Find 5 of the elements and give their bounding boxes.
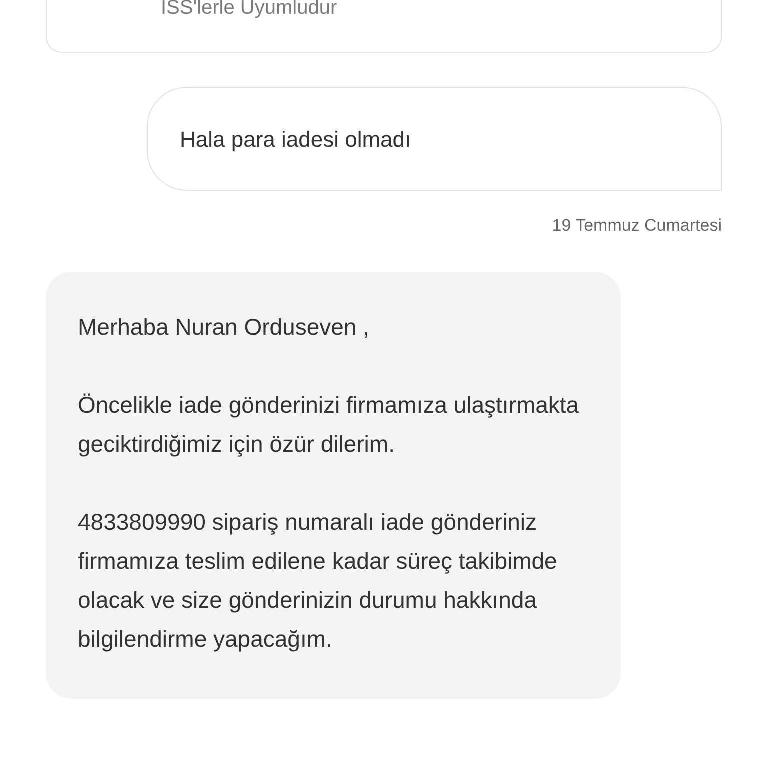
message-text: Hala para iadesi olmadı bbox=[180, 126, 412, 154]
message-date: 19 Temmuz Cumartesi bbox=[552, 215, 722, 237]
message-paragraph: Öncelikle iade gönderinizi firmamıza ulaştırmakta geciktirdiğimiz için özür dilerim. bbox=[78, 390, 580, 459]
message-paragraph: Merhaba Nuran Orduseven , bbox=[78, 312, 370, 342]
message-paragraph: 4833809990 sipariş numaralı iade gönderiniz firmamıza teslim edilene kadar süreç takibimde olacak ve size gönderinizin durumu hakkında bilgilendirme yapacağım. bbox=[78, 508, 558, 654]
